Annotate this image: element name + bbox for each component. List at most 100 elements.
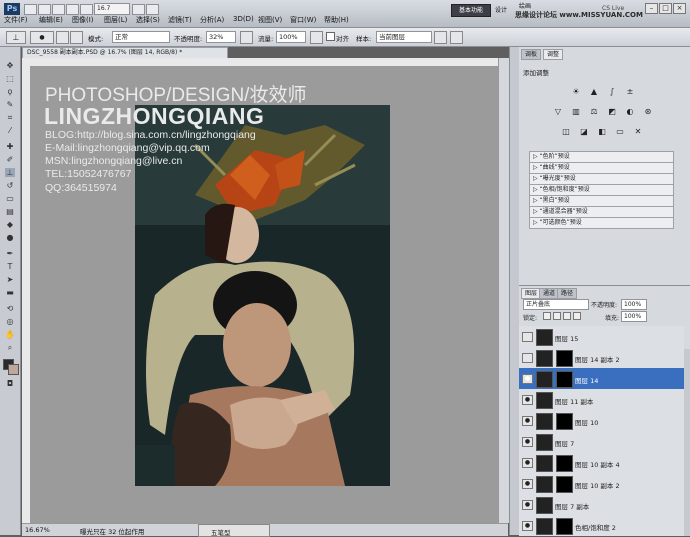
layer-opacity-field[interactable]: 100% (621, 299, 647, 310)
brush-panel-icon[interactable] (56, 31, 69, 44)
zoom-level-icon[interactable] (66, 4, 79, 15)
layer-row[interactable]: ● 图层 10 (519, 410, 684, 432)
minimize-icon[interactable]: – (645, 3, 658, 14)
blur-tool-icon[interactable]: ◆ (5, 220, 15, 229)
posterize-icon[interactable]: ◪ (579, 127, 589, 136)
ime-bar[interactable]: 五笔型 (198, 524, 270, 537)
tab-paths[interactable]: 路径 (557, 288, 578, 299)
layer-mask-thumbnail[interactable] (556, 476, 573, 493)
layer-row[interactable]: 图层 15 (519, 326, 684, 348)
selective-color-icon[interactable]: ✕ (633, 127, 643, 136)
menu-window[interactable]: 窗口(W) (290, 15, 316, 25)
black-white-icon[interactable]: ◩ (607, 107, 617, 116)
exposure-icon[interactable]: ± (625, 87, 635, 96)
3d-rotate-tool-icon[interactable]: ⟲ (5, 304, 15, 313)
lock-pixels-icon[interactable] (553, 312, 561, 320)
preset-selective-color[interactable]: ▷ “可选颜色”预设 (529, 217, 674, 229)
menu-filter[interactable]: 滤镜(T) (168, 15, 192, 25)
flow-field[interactable]: 100% (276, 31, 306, 43)
layer-mask-thumbnail[interactable] (556, 350, 573, 367)
menu-analysis[interactable]: 分析(A) (200, 15, 224, 25)
eye-icon[interactable]: ● (522, 479, 533, 489)
dodge-tool-icon[interactable]: ● (5, 233, 15, 242)
pen-tool-icon[interactable]: ✒ (5, 249, 15, 258)
gradient-map-icon[interactable]: ▭ (615, 127, 625, 136)
eye-icon[interactable] (522, 332, 533, 342)
crop-tool-icon[interactable]: ⌗ (5, 113, 15, 122)
eye-icon[interactable] (522, 353, 533, 363)
sample-select[interactable]: 当前图层 (376, 31, 432, 43)
align-checkbox[interactable] (326, 32, 335, 41)
levels-icon[interactable]: ▲ (589, 87, 599, 96)
channel-mixer-icon[interactable]: ⊛ (643, 107, 653, 116)
background-color-swatch[interactable] (8, 364, 19, 375)
curves-icon[interactable]: ∫ (607, 87, 617, 96)
layer-mask-thumbnail[interactable] (556, 413, 573, 430)
vibrance-icon[interactable]: ▽ (553, 107, 563, 116)
quick-select-tool-icon[interactable]: ✎ (5, 100, 15, 109)
lock-all-icon[interactable] (573, 312, 581, 320)
photo-filter-icon[interactable]: ◐ (625, 107, 635, 116)
tab-adjustments[interactable]: 调整 (543, 49, 564, 60)
workspace-design-link[interactable]: 设计 (495, 5, 507, 14)
layer-row[interactable]: ● 图层 10 副本 2 (519, 473, 684, 495)
path-select-tool-icon[interactable]: ➤ (5, 275, 15, 284)
color-balance-icon[interactable]: ⚖ (589, 107, 599, 116)
eye-icon[interactable]: ● (522, 521, 533, 531)
mini-bridge-icon[interactable] (38, 4, 51, 15)
threshold-icon[interactable]: ◧ (597, 127, 607, 136)
layer-row[interactable]: ● 图层 10 副本 4 (519, 452, 684, 474)
menu-help[interactable]: 帮助(H) (324, 15, 349, 25)
invert-icon[interactable]: ◫ (561, 127, 571, 136)
brush-tool-icon[interactable]: ✐ (5, 155, 15, 164)
eye-icon[interactable]: ● (522, 458, 533, 468)
tab-masks[interactable]: 调板 (521, 49, 542, 60)
hue-saturation-icon[interactable]: ▥ (571, 107, 581, 116)
clone-stamp-preset-icon[interactable]: ⊥ (6, 31, 26, 44)
brightness-icon[interactable]: ☀ (571, 87, 581, 96)
type-tool-icon[interactable]: T (5, 262, 15, 271)
lock-transparency-icon[interactable] (543, 312, 551, 320)
layer-mask-thumbnail[interactable] (556, 371, 573, 388)
pressure-size-icon[interactable] (450, 31, 463, 44)
eye-icon[interactable]: ● (522, 437, 533, 447)
lock-position-icon[interactable] (563, 312, 571, 320)
workspace-essentials-button[interactable]: 基本功能 (451, 4, 491, 17)
layer-row[interactable]: ● 图层 11 副本 (519, 389, 684, 411)
tab-channels[interactable]: 通道 (539, 288, 560, 299)
healing-brush-tool-icon[interactable]: ✚ (5, 142, 15, 151)
airbrush-icon[interactable] (310, 31, 323, 44)
eye-icon[interactable]: ● (522, 395, 533, 405)
maximize-icon[interactable]: □ (659, 3, 672, 14)
document-scrollbar[interactable] (498, 58, 509, 523)
pressure-opacity-icon[interactable] (240, 31, 253, 44)
screen-mode-icon[interactable] (146, 4, 159, 15)
ignore-adjustment-icon[interactable] (434, 31, 447, 44)
zoom-tool-icon[interactable]: ⌕ (5, 343, 15, 352)
eye-icon[interactable]: ● (522, 416, 533, 426)
3d-orbit-tool-icon[interactable]: ◎ (5, 317, 15, 326)
eraser-tool-icon[interactable]: ▭ (5, 194, 15, 203)
layer-row[interactable]: 图层 14 副本 2 (519, 347, 684, 369)
gradient-tool-icon[interactable]: ▤ (5, 207, 15, 216)
clone-stamp-tool-icon[interactable]: ⊥ (5, 168, 15, 177)
lasso-tool-icon[interactable]: ϙ (5, 87, 15, 96)
brush-size-icon[interactable]: ● (30, 31, 54, 44)
move-tool-icon[interactable]: ✥ (5, 61, 15, 70)
hand-tool-icon[interactable] (80, 4, 93, 15)
eye-icon[interactable]: ● (522, 500, 533, 510)
hand-tool-icon[interactable]: ✋ (5, 330, 15, 339)
marquee-tool-icon[interactable]: ⬚ (5, 74, 15, 83)
layer-row[interactable]: ● 图层 7 副本 (519, 494, 684, 516)
menu-select[interactable]: 选择(S) (136, 15, 160, 25)
clone-source-icon[interactable] (70, 31, 83, 44)
menu-view[interactable]: 视图(V) (258, 15, 282, 25)
menu-3d[interactable]: 3D(D) (233, 15, 254, 23)
status-zoom[interactable]: 16.67% (25, 526, 50, 534)
mode-select[interactable]: 正常 (112, 31, 170, 43)
bridge-icon[interactable] (24, 4, 37, 15)
eyedropper-tool-icon[interactable]: ⁄ (5, 126, 15, 135)
menu-layer[interactable]: 图层(L) (104, 15, 127, 25)
layer-row[interactable]: ● 色相/饱和度 2 (519, 515, 684, 536)
eye-icon[interactable]: ● (522, 374, 533, 384)
